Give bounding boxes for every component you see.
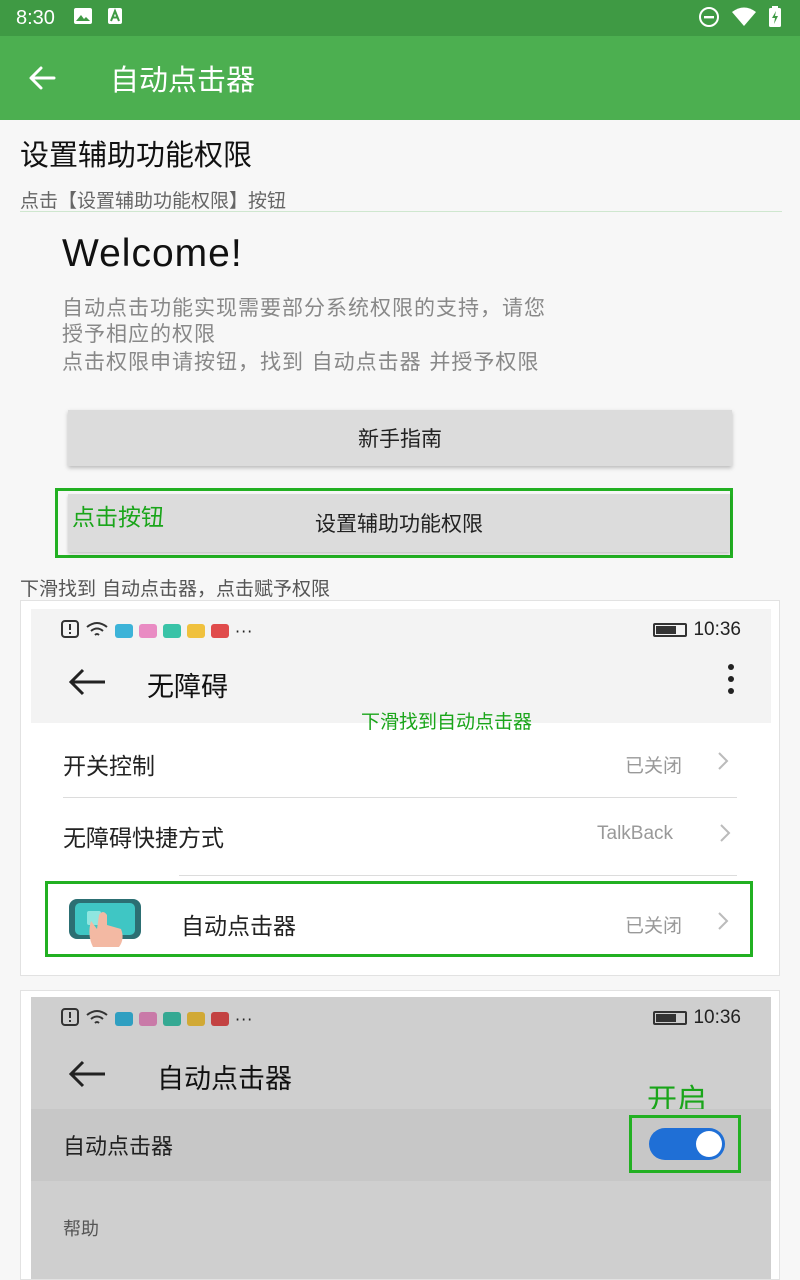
do-not-disturb-icon [698,6,720,32]
auto-clicker-settings-screenshot: ··· 10:36 自动点击器 开启 自动点击器 帮助 [20,990,780,1280]
step-instruction: 下滑找到 自动点击器，点击赋予权限 [20,578,331,600]
arrow-left-icon [67,667,107,701]
page-title: 自动点击器 [110,63,256,97]
app-notification-icon [187,1012,205,1026]
divider [20,211,782,212]
row-value: TalkBack [597,823,674,844]
welcome-description-line: 授予相应的权限 [62,322,216,346]
row-divider [179,875,737,876]
section-subtitle: 点击【设置辅助功能权限】按钮 [20,190,287,212]
status-time: 8:30 [16,6,55,29]
phone-title: 自动点击器 [157,1064,292,1095]
accessibility-screenshot: ··· 10:36 无障碍 下滑找到自动点击器 开关控制 已关闭 无障碍快捷方式… [20,600,780,976]
wifi-icon [85,621,109,642]
phone-time-group: 10:36 [653,619,741,641]
status-bar: 8:30 [0,0,800,36]
row-value: 已关闭 [625,756,683,777]
arrow-left-icon [29,66,56,90]
alert-icon [61,1007,79,1031]
app-notification-icon [211,1012,229,1026]
chevron-right-icon [717,751,729,775]
help-label: 帮助 [63,1219,99,1240]
app-notification-icon [115,624,133,638]
app-notification-icon [115,1012,133,1026]
chevron-right-icon [719,823,731,847]
guide-button[interactable]: 新手指南 [68,410,732,466]
guide-button-label: 新手指南 [358,427,442,451]
more-notifications-icon: ··· [235,621,254,641]
app-notification-icon [187,624,205,638]
app-notification-icon [211,624,229,638]
setting-row-label: 自动点击器 [63,1135,174,1160]
enable-toggle[interactable] [649,1128,725,1160]
phone-status-icons: ··· [61,1007,254,1031]
wifi-icon [85,1009,109,1030]
welcome-title: Welcome! [62,232,243,275]
click-button-annotation: 点击按钮 [72,505,164,531]
more-vertical-icon [727,663,735,699]
section-title: 设置辅助功能权限 [20,138,253,172]
more-notifications-icon: ··· [235,1009,254,1029]
phone-time: 10:36 [693,619,741,640]
row-label: 开关控制 [63,754,155,780]
arrow-left-icon [67,1059,107,1093]
app-notification-icon [163,1012,181,1026]
phone-time-group: 10:36 [653,1007,741,1029]
app-notification-icon [139,624,157,638]
row-label: 自动点击器 [181,914,296,940]
row-label: 无障碍快捷方式 [63,826,224,852]
image-notification-icon [73,7,93,29]
alert-icon [61,619,79,643]
app-notification-icon [163,624,181,638]
phone-status-icons: ··· [61,619,254,643]
welcome-description-line: 点击权限申请按钮，找到 自动点击器 并授予权限 [62,350,540,374]
app-notification-icon [139,1012,157,1026]
row-value: 已关闭 [625,916,683,937]
permission-button-label: 设置辅助功能权限 [315,512,483,536]
battery-charging-icon [768,6,782,32]
font-notification-icon [107,7,123,29]
phone-title: 无障碍 [147,672,228,703]
permission-button[interactable]: 设置辅助功能权限 [68,494,730,552]
chevron-right-icon [717,911,729,935]
app-bar: 自动点击器 [0,36,800,120]
back-button[interactable] [0,36,84,120]
phone-status-bar: ··· 10:36 [31,997,771,1041]
auto-clicker-app-icon [67,895,143,955]
phone-time: 10:36 [693,1007,741,1028]
battery-icon [653,1011,688,1025]
scroll-annotation: 下滑找到自动点击器 [361,711,533,733]
wifi-icon [732,7,756,31]
battery-icon [653,623,688,637]
row-divider [63,797,737,798]
